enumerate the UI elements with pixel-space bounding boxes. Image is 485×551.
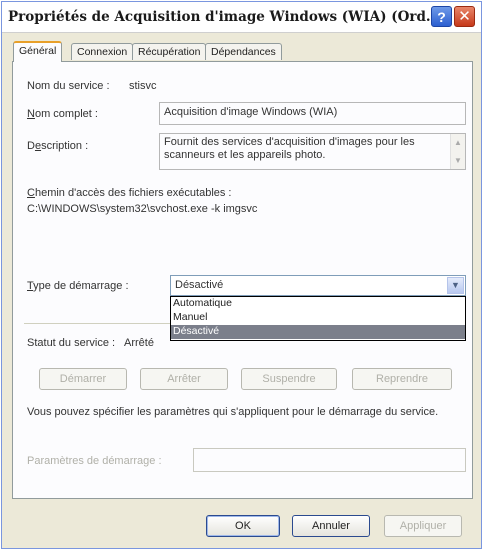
description-scrollbar[interactable]: ▲ ▼ bbox=[450, 134, 465, 169]
startup-type-value: Désactivé bbox=[175, 279, 224, 291]
description-label: Description : bbox=[27, 140, 89, 152]
title-bar[interactable]: Propriétés de Acquisition d'image Window… bbox=[2, 2, 481, 33]
description-field[interactable]: Fournit des services d'acquisition d'ima… bbox=[159, 133, 466, 170]
cancel-button[interactable]: Annuler bbox=[292, 515, 370, 537]
start-params-label: Paramètres de démarrage : bbox=[27, 455, 162, 467]
tab-dependances[interactable]: Dépendances bbox=[205, 43, 282, 60]
option-manuel[interactable]: Manuel bbox=[171, 311, 465, 325]
display-name-label: Nom complet : bbox=[27, 108, 98, 120]
chevron-down-icon[interactable]: ▼ bbox=[447, 277, 464, 294]
description-text: Fournit des services d'acquisition d'ima… bbox=[164, 136, 415, 161]
startup-type-dropdown[interactable]: Automatique Manuel Désactivé bbox=[170, 296, 466, 341]
window-title: Propriétés de Acquisition d'image Window… bbox=[8, 9, 440, 25]
service-status-label: Statut du service : bbox=[27, 337, 116, 349]
service-status-value: Arrêté bbox=[124, 337, 154, 349]
start-params-help: Vous pouvez spécifier les paramètres qui… bbox=[27, 406, 439, 418]
path-value: C:\WINDOWS\system32\svchost.exe -k imgsv… bbox=[27, 203, 258, 215]
startup-type-select[interactable]: Désactivé ▼ bbox=[170, 275, 466, 296]
start-params-field[interactable] bbox=[193, 448, 466, 472]
option-automatique[interactable]: Automatique bbox=[171, 297, 465, 311]
startup-type-label: Type de démarrage : bbox=[27, 280, 129, 292]
scroll-up-icon[interactable]: ▲ bbox=[454, 136, 462, 149]
start-button[interactable]: Démarrer bbox=[39, 368, 127, 390]
stop-button[interactable]: Arrêter bbox=[140, 368, 228, 390]
apply-button[interactable]: Appliquer bbox=[384, 515, 462, 537]
close-button[interactable]: ✕ bbox=[454, 6, 475, 27]
service-name-value: stisvc bbox=[129, 80, 157, 92]
ok-button[interactable]: OK bbox=[206, 515, 280, 537]
path-label: Chemin d'accès des fichiers exécutables … bbox=[27, 187, 232, 199]
tab-connexion[interactable]: Connexion bbox=[71, 43, 134, 60]
scroll-down-icon[interactable]: ▼ bbox=[454, 154, 462, 167]
display-name-field[interactable]: Acquisition d'image Windows (WIA) bbox=[159, 102, 466, 125]
properties-window: Propriétés de Acquisition d'image Window… bbox=[1, 1, 482, 549]
option-desactive[interactable]: Désactivé bbox=[171, 325, 465, 339]
tab-general[interactable]: Général bbox=[13, 41, 63, 62]
service-name-label: Nom du service : bbox=[27, 80, 110, 92]
help-button[interactable]: ? bbox=[431, 6, 452, 27]
tab-recuperation[interactable]: Récupération bbox=[132, 43, 207, 60]
pause-button[interactable]: Suspendre bbox=[241, 368, 337, 390]
resume-button[interactable]: Reprendre bbox=[352, 368, 452, 390]
general-panel: Nom du service : stisvc Nom complet : Ac… bbox=[12, 61, 473, 499]
